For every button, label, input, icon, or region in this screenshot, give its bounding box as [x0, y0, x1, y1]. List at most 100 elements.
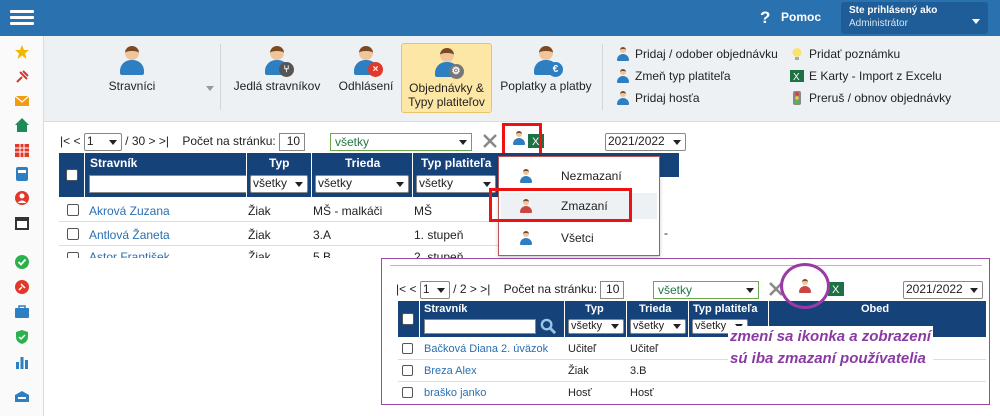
per-page-label: Počet na stránku: [503, 282, 598, 297]
objednavky-button[interactable]: ⚙ Objednávky & Typy platiteľov [401, 43, 492, 113]
cell-platitel: MŠ [414, 204, 432, 218]
user-menu[interactable]: Ste prihlásený ako Administrátor [841, 2, 988, 34]
row-checkbox[interactable] [67, 204, 79, 216]
search-icon[interactable] [540, 318, 557, 335]
table-row[interactable]: Akrová Zuzana Žiak MŠ - malkáči MŠ [59, 198, 499, 222]
poplatky-button[interactable]: € Poplatky a platby [496, 42, 596, 110]
excel-icon: X [790, 70, 804, 83]
pridaj-odober-link[interactable]: Pridaj / odober objednávku [616, 47, 778, 65]
stravnik-link[interactable]: Antlová Žaneta [89, 228, 170, 242]
pager-next-last[interactable]: > >| [470, 282, 490, 296]
select-all-checkbox[interactable] [402, 313, 414, 325]
tools-icon[interactable] [482, 133, 498, 149]
bar-chart-icon[interactable] [14, 354, 30, 370]
odhlaseni-button[interactable]: × Odhlásení [335, 42, 397, 110]
archive-icon[interactable] [14, 388, 30, 404]
calendar-icon[interactable] [14, 215, 30, 231]
star-icon[interactable] [14, 44, 30, 60]
year-select[interactable]: 2021/2022 [605, 133, 686, 151]
user-caption: Ste prihlásený ako [849, 5, 938, 16]
top-bar: ? Pomoc Ste prihlásený ako Administrátor [0, 0, 1000, 36]
page-select[interactable]: 1 [419, 281, 450, 299]
jedla-label: Jedlá stravníkov [233, 79, 321, 93]
per-page-input[interactable]: 10 [600, 281, 625, 299]
objednavky-label-2: Typy platiteľov [408, 95, 485, 109]
pridat-poznamku-link[interactable]: Pridať poznámku [790, 47, 900, 65]
person-icon [519, 231, 533, 245]
poplatky-label: Poplatky a platby [500, 79, 592, 93]
mail-icon[interactable] [14, 93, 30, 109]
row-checkbox[interactable] [402, 343, 413, 354]
pager-first-prev[interactable]: |< < [396, 282, 416, 296]
trieda-filter-select[interactable]: všetky [315, 175, 409, 193]
cell-typ: Žiak [248, 228, 271, 242]
hamburger-menu-icon[interactable] [10, 8, 34, 28]
cell-trieda: Učiteľ [630, 343, 659, 355]
pin-icon[interactable] [14, 69, 30, 85]
cell-trieda: Hosť [630, 387, 654, 399]
pager-first-prev[interactable]: |< < [60, 134, 80, 148]
stravnik-link[interactable]: braško janko [424, 387, 486, 399]
name-search-input[interactable] [424, 319, 536, 334]
table-row[interactable]: Astor František Žiak 5.B 2. stupeň [59, 246, 499, 258]
stravnik-link[interactable]: Bačková Diana 2. úväzok [424, 343, 548, 355]
jedla-stravnikov-button[interactable]: ⑂ Jedlá stravníkov [227, 42, 327, 110]
person-circle-icon[interactable] [14, 190, 30, 206]
person-remove-icon: × [352, 46, 383, 77]
pager-next-last[interactable]: > >| [149, 134, 169, 148]
option-vsetci[interactable]: Všetci [501, 225, 657, 251]
person-fork-icon: ⑂ [263, 46, 294, 77]
pin-round-icon[interactable] [14, 279, 30, 295]
col-typ: Typ [585, 303, 604, 315]
zmen-typ-link[interactable]: Zmeň typ platiteľa [616, 69, 731, 87]
row-checkbox[interactable] [67, 228, 79, 240]
table-row[interactable]: Antlová Žaneta Žiak 3.A 1. stupeň [59, 222, 499, 246]
typ-filter-select[interactable]: všetky [568, 319, 624, 334]
user-name: Administrátor [849, 18, 908, 29]
ekarty-import-link[interactable]: XE Karty - Import z Excelu [790, 69, 942, 87]
col-typ: Typ [269, 156, 290, 170]
excel-icon[interactable]: X [828, 281, 844, 297]
home-icon[interactable] [14, 117, 30, 133]
note-line-2: sú iba zmazaní používatelia [730, 350, 926, 367]
stravnici-button[interactable]: Stravníci [92, 42, 172, 110]
help-link[interactable]: Pomoc [781, 10, 821, 24]
highlight-box [502, 123, 542, 157]
trieda-filter-select[interactable]: všetky [630, 319, 686, 334]
prerus-obnov-link[interactable]: Preruš / obnov objednávky [790, 91, 951, 109]
platitel-filter-select[interactable]: všetky [416, 175, 496, 193]
chevron-down-icon [972, 19, 980, 24]
cell-trieda: MŠ - malkáči [313, 204, 383, 218]
calendar-grid-icon[interactable] [14, 142, 30, 158]
briefcase-icon[interactable] [14, 304, 30, 320]
cell-typ: Žiak [568, 365, 589, 377]
pridaj-host-link[interactable]: Pridaj hosťa [616, 91, 700, 109]
card-icon[interactable] [14, 166, 30, 182]
main-filter-select[interactable]: všetky [330, 133, 472, 151]
typ-filter-select[interactable]: všetky [250, 175, 308, 193]
stravnik-link[interactable]: Astor František [89, 250, 170, 258]
check-icon[interactable] [14, 254, 30, 270]
shield-icon[interactable] [14, 329, 30, 345]
lightbulb-icon [792, 48, 802, 60]
row-checkbox[interactable] [402, 387, 413, 398]
inset-filter-select[interactable]: všetky [653, 281, 759, 299]
row-checkbox[interactable] [67, 252, 79, 258]
year-select[interactable]: 2021/2022 [903, 281, 983, 299]
col-stravnik: Stravník [424, 303, 468, 315]
person-icon [616, 69, 630, 83]
stravnik-link[interactable]: Breza Alex [424, 365, 477, 377]
chevron-down-icon[interactable] [206, 86, 214, 91]
table-row[interactable]: braško janko Hosť Hosť [398, 382, 986, 404]
name-search-input[interactable] [89, 175, 247, 193]
cell-typ: Učiteľ [568, 343, 597, 355]
per-page-input[interactable]: 10 [279, 133, 306, 151]
select-all-checkbox[interactable] [66, 169, 78, 181]
page-total: / 2 [453, 282, 467, 297]
option-nezmazani[interactable]: Nezmazaní [501, 163, 657, 189]
stravnik-link[interactable]: Akrová Zuzana [89, 204, 170, 218]
objednavky-label-1: Objednávky & [409, 81, 484, 95]
help-icon[interactable]: ? [760, 8, 770, 28]
row-checkbox[interactable] [402, 365, 413, 376]
page-select[interactable]: 1 [83, 133, 122, 151]
